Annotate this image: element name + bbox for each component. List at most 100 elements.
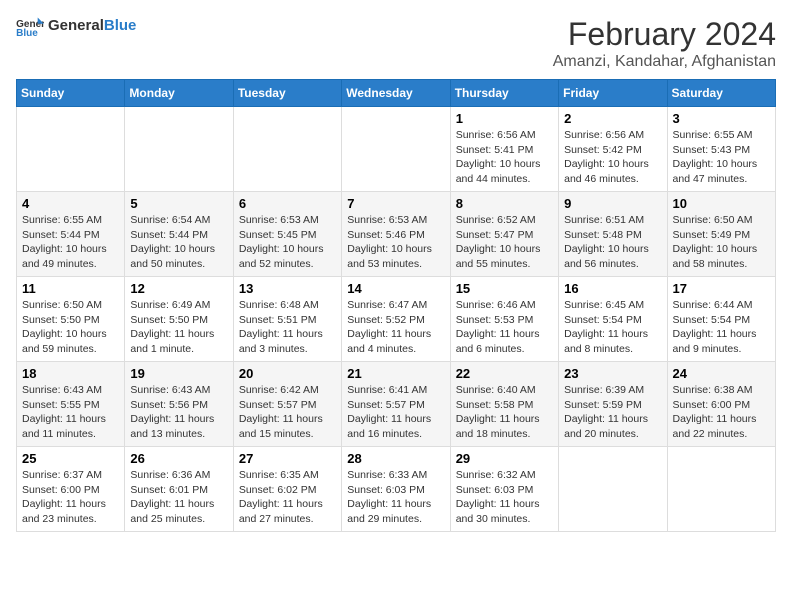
title-area: February 2024 Amanzi, Kandahar, Afghanis… xyxy=(553,16,776,71)
calendar-cell: 26 Sunrise: 6:36 AM Sunset: 6:01 PM Dayli… xyxy=(125,447,233,532)
day-number: 21 xyxy=(347,366,444,381)
calendar-cell xyxy=(17,107,125,192)
calendar-cell: 7Sunrise: 6:53 AM Sunset: 5:46 PM Daylig… xyxy=(342,192,450,277)
day-number: 23 xyxy=(564,366,661,381)
day-info: Sunrise: 6:40 AM Sunset: 5:58 PM Dayligh… xyxy=(456,383,553,442)
calendar-cell: 27Sunrise: 6:35 AM Sunset: 6:02 PM Dayli… xyxy=(233,447,341,532)
day-info: Sunrise: 6:48 AM Sunset: 5:51 PM Dayligh… xyxy=(239,298,336,357)
day-info: Sunrise: 6:46 AM Sunset: 5:53 PM Dayligh… xyxy=(456,298,553,357)
calendar-cell xyxy=(559,447,667,532)
day-number: 29 xyxy=(456,451,553,466)
day-number: 3 xyxy=(673,111,770,126)
day-number: 17 xyxy=(673,281,770,296)
calendar-cell: 21Sunrise: 6:41 AM Sunset: 5:57 PM Dayli… xyxy=(342,362,450,447)
calendar-cell: 24 Sunrise: 6:38 AM Sunset: 6:00 PM Dayli… xyxy=(667,362,775,447)
weekday-header-row: SundayMondayTuesdayWednesdayThursdayFrid… xyxy=(17,80,776,107)
day-number: 27 xyxy=(239,451,336,466)
day-info: Sunrise: 6:50 AM Sunset: 5:49 PM Dayligh… xyxy=(673,213,770,272)
day-info: Sunrise: 6:53 AM Sunset: 5:45 PM Dayligh… xyxy=(239,213,336,272)
day-info: Sunrise: 6:52 AM Sunset: 5:47 PM Dayligh… xyxy=(456,213,553,272)
day-info: Sunrise: 6:42 AM Sunset: 5:57 PM Dayligh… xyxy=(239,383,336,442)
calendar-cell: 4Sunrise: 6:55 AM Sunset: 5:44 PM Daylig… xyxy=(17,192,125,277)
calendar-week-row: 18 Sunrise: 6:43 AM Sunset: 5:55 PM Dayli… xyxy=(17,362,776,447)
calendar-cell: 22 Sunrise: 6:40 AM Sunset: 5:58 PM Dayli… xyxy=(450,362,558,447)
day-number: 11 xyxy=(22,281,119,296)
calendar-cell: 2 Sunrise: 6:56 AM Sunset: 5:42 PM Daylig… xyxy=(559,107,667,192)
calendar-week-row: 1 Sunrise: 6:56 AM Sunset: 5:41 PM Daylig… xyxy=(17,107,776,192)
calendar-cell: 15 Sunrise: 6:46 AM Sunset: 5:53 PM Dayli… xyxy=(450,277,558,362)
calendar-cell xyxy=(342,107,450,192)
calendar-cell: 12 Sunrise: 6:49 AM Sunset: 5:50 PM Dayli… xyxy=(125,277,233,362)
day-number: 26 xyxy=(130,451,227,466)
day-info: Sunrise: 6:32 AM Sunset: 6:03 PM Dayligh… xyxy=(456,468,553,527)
day-info: Sunrise: 6:56 AM Sunset: 5:42 PM Dayligh… xyxy=(564,128,661,187)
logo-general: General xyxy=(48,17,104,34)
day-info: Sunrise: 6:38 AM Sunset: 6:00 PM Dayligh… xyxy=(673,383,770,442)
calendar-cell: 16Sunrise: 6:45 AM Sunset: 5:54 PM Dayli… xyxy=(559,277,667,362)
calendar-cell: 17Sunrise: 6:44 AM Sunset: 5:54 PM Dayli… xyxy=(667,277,775,362)
day-info: Sunrise: 6:50 AM Sunset: 5:50 PM Dayligh… xyxy=(22,298,119,357)
logo-blue: Blue xyxy=(104,17,137,34)
day-number: 24 xyxy=(673,366,770,381)
weekday-header: Tuesday xyxy=(233,80,341,107)
calendar-cell: 11 Sunrise: 6:50 AM Sunset: 5:50 PM Dayli… xyxy=(17,277,125,362)
page-title: February 2024 xyxy=(553,16,776,53)
calendar-cell: 20 Sunrise: 6:42 AM Sunset: 5:57 PM Dayli… xyxy=(233,362,341,447)
calendar-cell: 14Sunrise: 6:47 AM Sunset: 5:52 PM Dayli… xyxy=(342,277,450,362)
day-info: Sunrise: 6:55 AM Sunset: 5:44 PM Dayligh… xyxy=(22,213,119,272)
calendar-cell xyxy=(233,107,341,192)
day-number: 16 xyxy=(564,281,661,296)
calendar-cell: 8 Sunrise: 6:52 AM Sunset: 5:47 PM Daylig… xyxy=(450,192,558,277)
day-number: 20 xyxy=(239,366,336,381)
calendar-cell: 10 Sunrise: 6:50 AM Sunset: 5:49 PM Dayli… xyxy=(667,192,775,277)
day-info: Sunrise: 6:53 AM Sunset: 5:46 PM Dayligh… xyxy=(347,213,444,272)
svg-text:Blue: Blue xyxy=(16,28,38,36)
logo: General Blue GeneralBlue xyxy=(16,16,136,36)
day-info: Sunrise: 6:55 AM Sunset: 5:43 PM Dayligh… xyxy=(673,128,770,187)
day-info: Sunrise: 6:43 AM Sunset: 5:56 PM Dayligh… xyxy=(130,383,227,442)
day-number: 28 xyxy=(347,451,444,466)
calendar-cell: 28 Sunrise: 6:33 AM Sunset: 6:03 PM Dayli… xyxy=(342,447,450,532)
weekday-header: Thursday xyxy=(450,80,558,107)
day-number: 1 xyxy=(456,111,553,126)
day-number: 14 xyxy=(347,281,444,296)
weekday-header: Sunday xyxy=(17,80,125,107)
weekday-header: Monday xyxy=(125,80,233,107)
calendar-cell: 6Sunrise: 6:53 AM Sunset: 5:45 PM Daylig… xyxy=(233,192,341,277)
day-number: 10 xyxy=(673,196,770,211)
day-number: 5 xyxy=(130,196,227,211)
day-number: 8 xyxy=(456,196,553,211)
calendar-week-row: 11 Sunrise: 6:50 AM Sunset: 5:50 PM Dayli… xyxy=(17,277,776,362)
weekday-header: Saturday xyxy=(667,80,775,107)
day-info: Sunrise: 6:49 AM Sunset: 5:50 PM Dayligh… xyxy=(130,298,227,357)
day-info: Sunrise: 6:37 AM Sunset: 6:00 PM Dayligh… xyxy=(22,468,119,527)
calendar-cell xyxy=(125,107,233,192)
calendar-cell: 13Sunrise: 6:48 AM Sunset: 5:51 PM Dayli… xyxy=(233,277,341,362)
page-subtitle: Amanzi, Kandahar, Afghanistan xyxy=(553,53,776,71)
day-info: Sunrise: 6:39 AM Sunset: 5:59 PM Dayligh… xyxy=(564,383,661,442)
day-info: Sunrise: 6:43 AM Sunset: 5:55 PM Dayligh… xyxy=(22,383,119,442)
calendar-table: SundayMondayTuesdayWednesdayThursdayFrid… xyxy=(16,79,776,532)
calendar-cell: 3 Sunrise: 6:55 AM Sunset: 5:43 PM Daylig… xyxy=(667,107,775,192)
calendar-cell: 23 Sunrise: 6:39 AM Sunset: 5:59 PM Dayli… xyxy=(559,362,667,447)
calendar-cell xyxy=(667,447,775,532)
day-number: 15 xyxy=(456,281,553,296)
day-number: 18 xyxy=(22,366,119,381)
calendar-cell: 1 Sunrise: 6:56 AM Sunset: 5:41 PM Daylig… xyxy=(450,107,558,192)
day-number: 12 xyxy=(130,281,227,296)
day-number: 22 xyxy=(456,366,553,381)
day-info: Sunrise: 6:54 AM Sunset: 5:44 PM Dayligh… xyxy=(130,213,227,272)
calendar-week-row: 25 Sunrise: 6:37 AM Sunset: 6:00 PM Dayli… xyxy=(17,447,776,532)
day-number: 2 xyxy=(564,111,661,126)
day-number: 25 xyxy=(22,451,119,466)
calendar-cell: 5 Sunrise: 6:54 AM Sunset: 5:44 PM Daylig… xyxy=(125,192,233,277)
day-info: Sunrise: 6:56 AM Sunset: 5:41 PM Dayligh… xyxy=(456,128,553,187)
calendar-cell: 18 Sunrise: 6:43 AM Sunset: 5:55 PM Dayli… xyxy=(17,362,125,447)
calendar-cell: 29 Sunrise: 6:32 AM Sunset: 6:03 PM Dayli… xyxy=(450,447,558,532)
day-info: Sunrise: 6:33 AM Sunset: 6:03 PM Dayligh… xyxy=(347,468,444,527)
day-info: Sunrise: 6:36 AM Sunset: 6:01 PM Dayligh… xyxy=(130,468,227,527)
day-number: 19 xyxy=(130,366,227,381)
logo-icon: General Blue xyxy=(16,16,44,36)
day-number: 9 xyxy=(564,196,661,211)
weekday-header: Friday xyxy=(559,80,667,107)
